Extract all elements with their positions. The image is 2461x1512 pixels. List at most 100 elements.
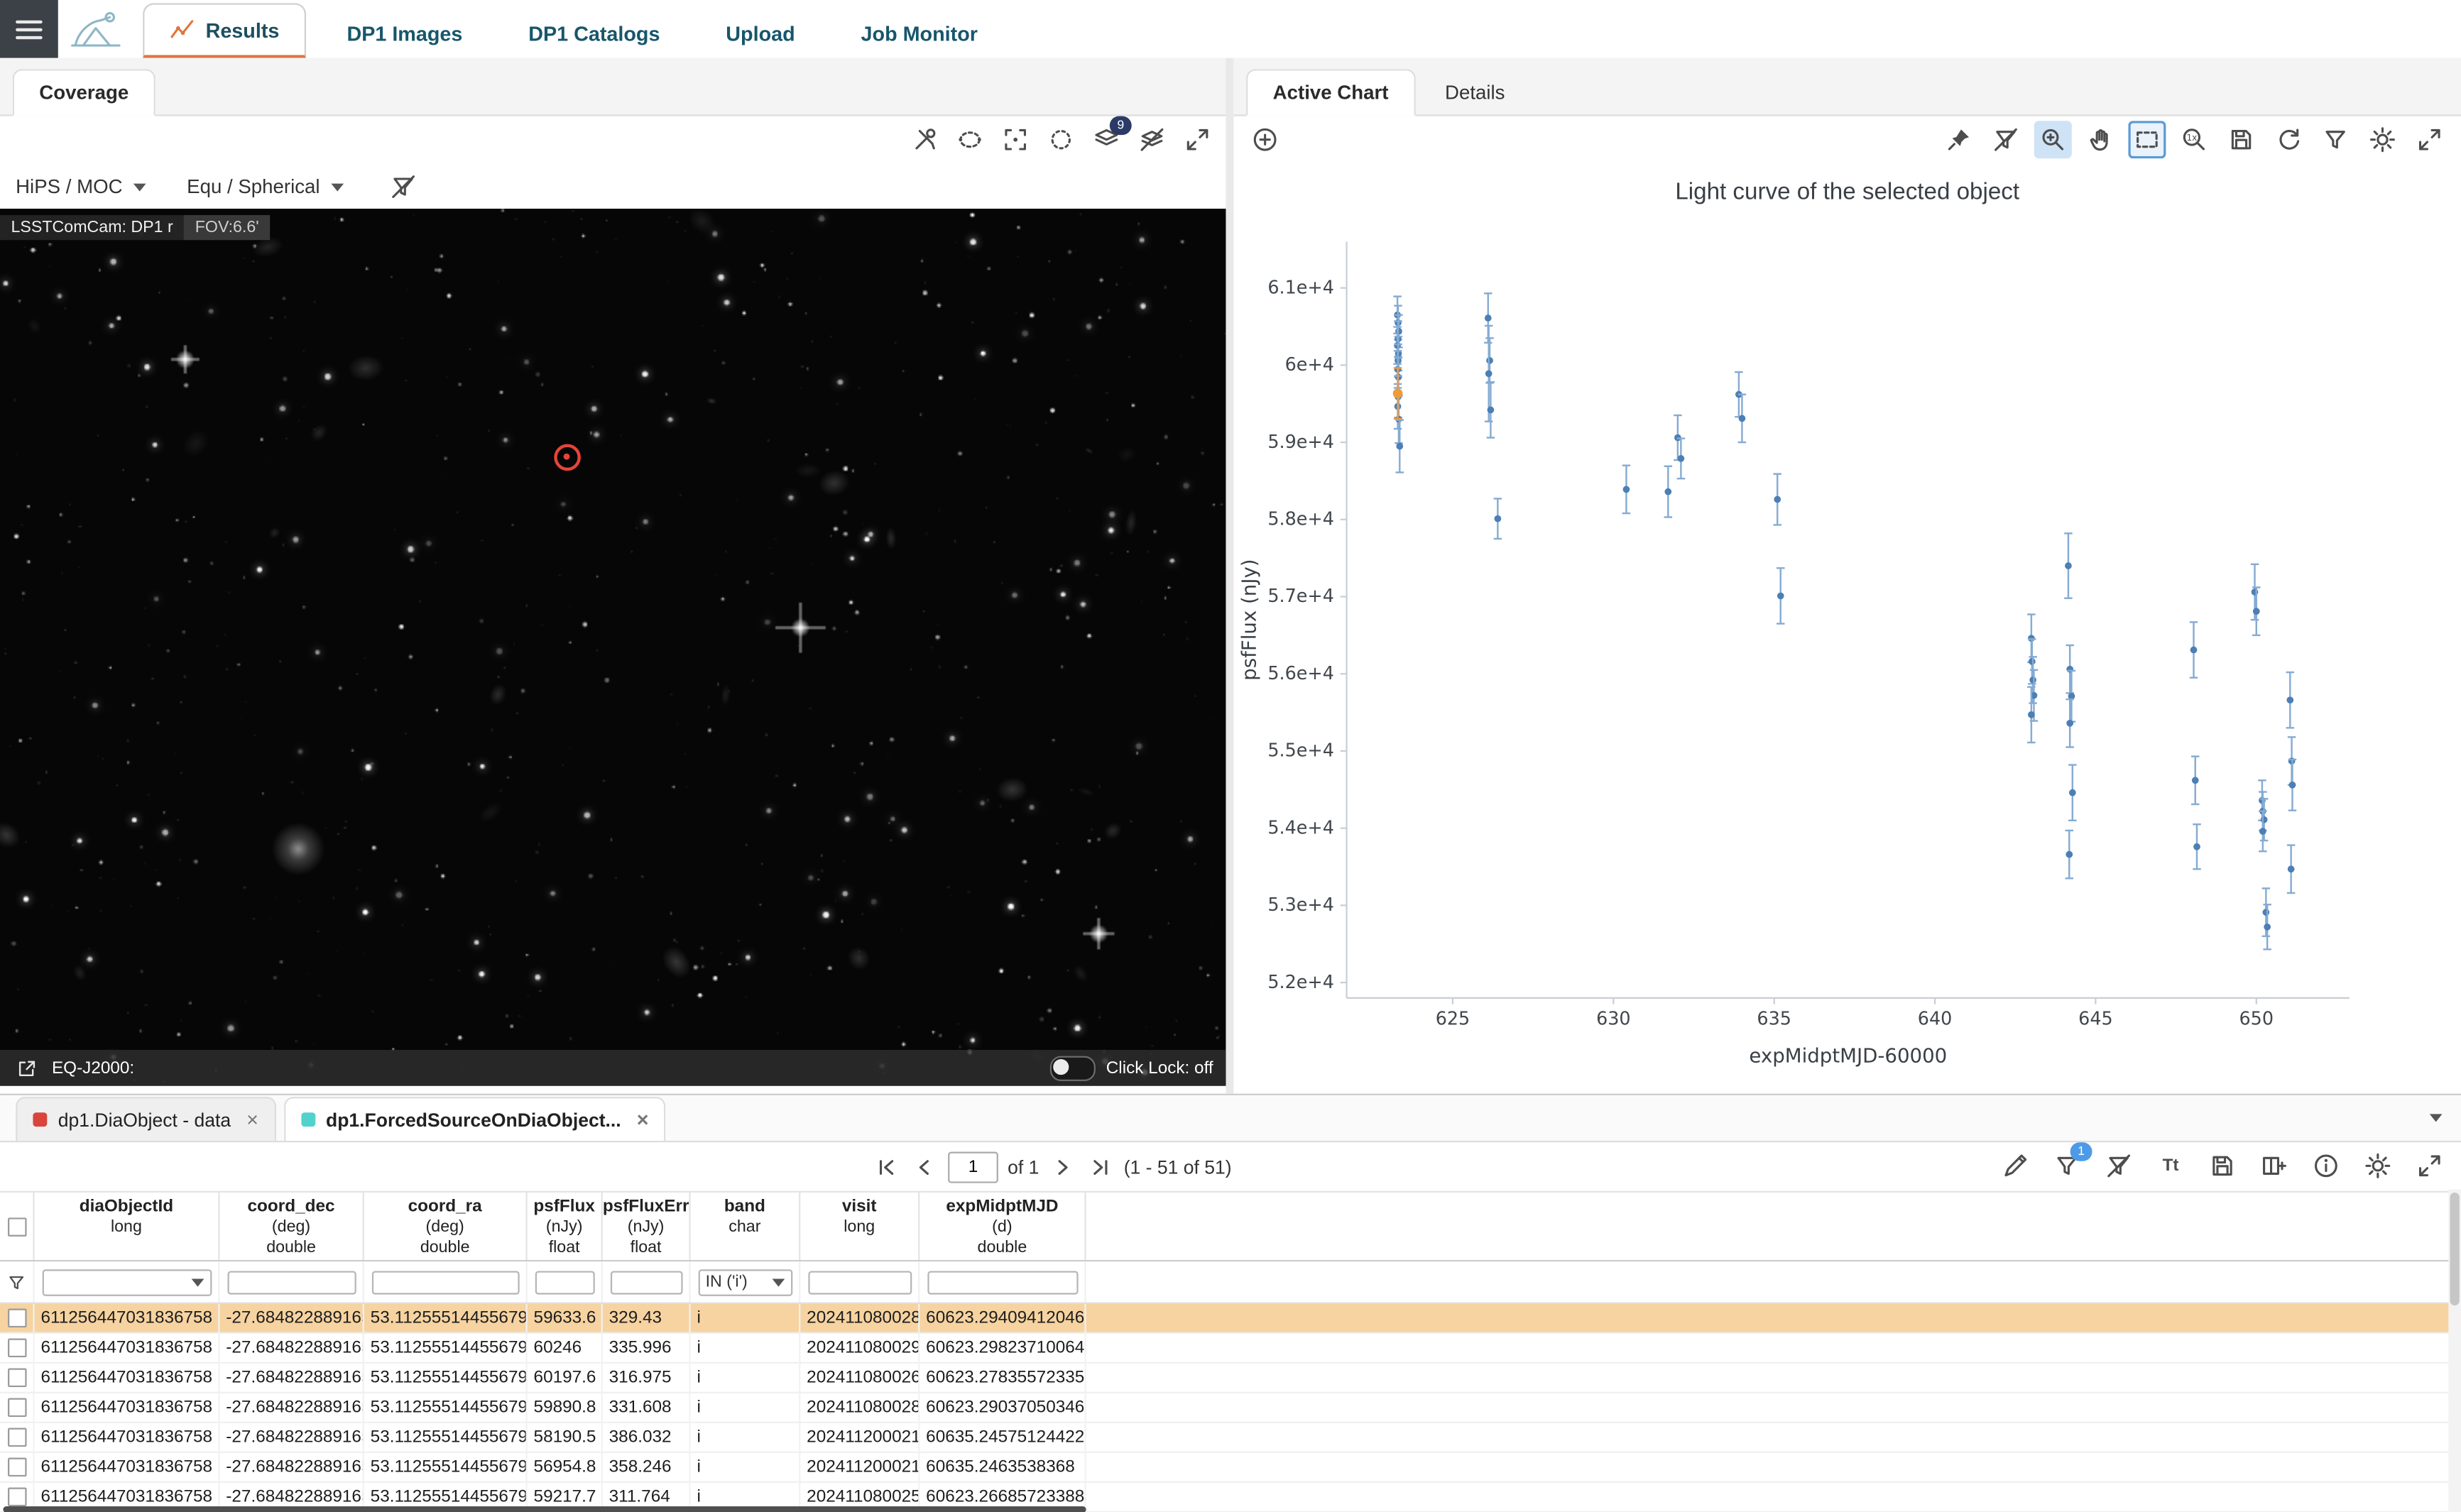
sky-image[interactable] (0, 209, 1226, 1086)
panel-divider[interactable] (1226, 58, 1233, 1094)
column-header-visit[interactable]: visitlong (800, 1193, 920, 1260)
hamburger-menu-icon[interactable] (0, 0, 58, 58)
row-checkbox[interactable] (7, 1488, 26, 1507)
cell-expMidptMJD: 60635.24575124422 (920, 1423, 1086, 1452)
layers-icon[interactable]: 9 (1088, 121, 1125, 158)
tab-upload[interactable]: Upload (701, 8, 820, 58)
filter-input-psfFlux[interactable] (535, 1270, 594, 1293)
close-icon[interactable]: × (242, 1110, 258, 1130)
select-region-icon[interactable] (951, 121, 989, 158)
close-icon[interactable]: × (632, 1110, 648, 1130)
tab-job-monitor[interactable]: Job Monitor (836, 8, 1003, 58)
add-column-icon[interactable] (2255, 1147, 2293, 1185)
last-page-button[interactable] (1086, 1153, 1115, 1181)
vertical-scrollbar[interactable] (2448, 1190, 2461, 1512)
coord-system-dropdown[interactable]: Equ / Spherical (187, 176, 344, 198)
hips-moc-dropdown[interactable]: HiPS / MOC (16, 176, 146, 198)
table-row[interactable]: 611256447031836758-27.6848228891652853.1… (0, 1334, 2461, 1364)
chart-settings-gear-icon[interactable] (2364, 121, 2401, 158)
first-page-button[interactable] (873, 1153, 901, 1181)
tab-active-chart[interactable]: Active Chart (1246, 69, 1415, 116)
add-chart-icon[interactable] (1246, 121, 1284, 158)
restore-chart-icon[interactable] (2269, 121, 2307, 158)
row-checkbox[interactable] (7, 1369, 26, 1388)
table-settings-gear-icon[interactable] (2359, 1147, 2396, 1185)
horizontal-scrollbar[interactable] (3, 1506, 1086, 1512)
column-header-coord_dec[interactable]: coord_dec(deg)double (219, 1193, 364, 1260)
expand-table-icon[interactable] (2411, 1147, 2448, 1185)
row-checkbox[interactable] (7, 1309, 26, 1328)
app-logo[interactable] (58, 0, 133, 58)
filter-input-psfFluxErr[interactable] (610, 1270, 682, 1293)
table-row[interactable]: 611256447031836758-27.6848228891652853.1… (0, 1393, 2461, 1423)
column-header-expMidptMJD[interactable]: expMidptMJD(d)double (920, 1193, 1086, 1260)
svg-text:6e+4: 6e+4 (1285, 354, 1334, 375)
tab-coverage[interactable]: Coverage (13, 69, 155, 116)
light-curve-plot[interactable]: 5.2e+45.3e+45.4e+45.5e+45.6e+45.7e+45.8e… (1233, 210, 2461, 1083)
svg-text:635: 635 (1757, 1007, 1791, 1029)
tab-label: dp1.DiaObject - data (58, 1109, 231, 1131)
filter-input-visit[interactable] (807, 1270, 911, 1293)
select-all-checkbox[interactable] (7, 1217, 26, 1236)
tab-forcedsource-table[interactable]: dp1.ForcedSourceOnDiaObject... × (283, 1097, 666, 1141)
cell-diaObjectId: 611256447031836758 (35, 1364, 220, 1392)
column-header-psfFluxErr[interactable]: psfFluxErr(nJy)float (603, 1193, 691, 1260)
popout-readout-icon[interactable] (13, 1053, 41, 1082)
filter-input-coord_dec[interactable] (227, 1270, 355, 1293)
filter-off-icon[interactable] (384, 168, 422, 206)
expand-coverage-icon[interactable] (1179, 121, 1216, 158)
expand-chart-icon[interactable] (2411, 121, 2448, 158)
lasso-select-icon[interactable] (1042, 121, 1080, 158)
row-checkbox[interactable] (7, 1398, 26, 1418)
save-table-icon[interactable] (2203, 1147, 2241, 1185)
row-checkbox[interactable] (7, 1339, 26, 1358)
pan-hand-icon[interactable] (2081, 121, 2119, 158)
filter-chart-icon[interactable] (2317, 121, 2354, 158)
recenter-icon[interactable] (997, 121, 1035, 158)
highlight-pen-icon[interactable] (1997, 1147, 2034, 1185)
selected-object-marker[interactable] (554, 444, 581, 471)
zoom-original-icon[interactable]: 1x (2176, 121, 2213, 158)
column-header-coord_ra[interactable]: coord_ra(deg)double (364, 1193, 528, 1260)
text-view-icon[interactable]: Tt (2152, 1147, 2190, 1185)
page-input[interactable] (948, 1151, 998, 1182)
prev-page-button[interactable] (910, 1153, 939, 1181)
remove-filter-chart-icon[interactable] (1987, 121, 2024, 158)
table-row[interactable]: 611256447031836758-27.6848228891652853.1… (0, 1453, 2461, 1483)
chevron-down-icon[interactable] (2430, 1114, 2443, 1122)
column-header-band[interactable]: bandchar (691, 1193, 801, 1260)
tab-details[interactable]: Details (1420, 70, 1530, 114)
sky-viewer[interactable]: LSSTComCam: DP1 r FOV:6.6' EQ-J2000: Cli… (0, 209, 1226, 1086)
clear-filter-table-icon[interactable] (2100, 1147, 2138, 1185)
cell-coord_ra: 53.11255514455679 (364, 1304, 528, 1332)
hide-layers-icon[interactable] (1133, 121, 1171, 158)
table-row[interactable]: 611256447031836758-27.6848228891652853.1… (0, 1304, 2461, 1334)
tab-dp1-images[interactable]: DP1 Images (322, 8, 488, 58)
select-zoom-rect-icon[interactable] (2128, 121, 2166, 158)
next-page-button[interactable] (1049, 1153, 1077, 1181)
tab-diaobject-table[interactable]: dp1.DiaObject - data × (16, 1097, 275, 1141)
filter-combo-band[interactable]: IN ('i') (698, 1269, 792, 1295)
column-header-diaObjectId[interactable]: diaObjectIdlong (35, 1193, 220, 1260)
pin-chart-icon[interactable] (1940, 121, 1977, 158)
filter-combo-diaObjectId[interactable] (42, 1269, 212, 1295)
zoom-in-icon[interactable] (2034, 121, 2072, 158)
filter-input-coord_ra[interactable] (371, 1270, 519, 1293)
cell-psfFlux: 58190.5 (528, 1423, 603, 1452)
column-header-psfFlux[interactable]: psfFlux(nJy)float (528, 1193, 603, 1260)
filter-table-icon[interactable]: 1 (2048, 1147, 2086, 1185)
filter-input-expMidptMJD[interactable] (927, 1270, 1077, 1293)
click-lock-toggle[interactable] (1049, 1056, 1095, 1080)
save-chart-icon[interactable] (2222, 121, 2260, 158)
filter-funnel-cell[interactable] (0, 1261, 35, 1302)
coverage-panel: Coverage 9 (0, 58, 1226, 1094)
tools-icon[interactable] (905, 121, 943, 158)
tab-results[interactable]: Results (143, 3, 306, 57)
tab-dp1-catalogs[interactable]: DP1 Catalogs (503, 8, 685, 58)
row-checkbox[interactable] (7, 1428, 26, 1447)
table-row[interactable]: 611256447031836758-27.6848228891652853.1… (0, 1423, 2461, 1453)
table-row[interactable]: 611256447031836758-27.6848228891652853.1… (0, 1364, 2461, 1393)
tab-label: DP1 Catalogs (528, 21, 660, 45)
info-icon[interactable] (2307, 1147, 2345, 1185)
row-checkbox[interactable] (7, 1458, 26, 1477)
